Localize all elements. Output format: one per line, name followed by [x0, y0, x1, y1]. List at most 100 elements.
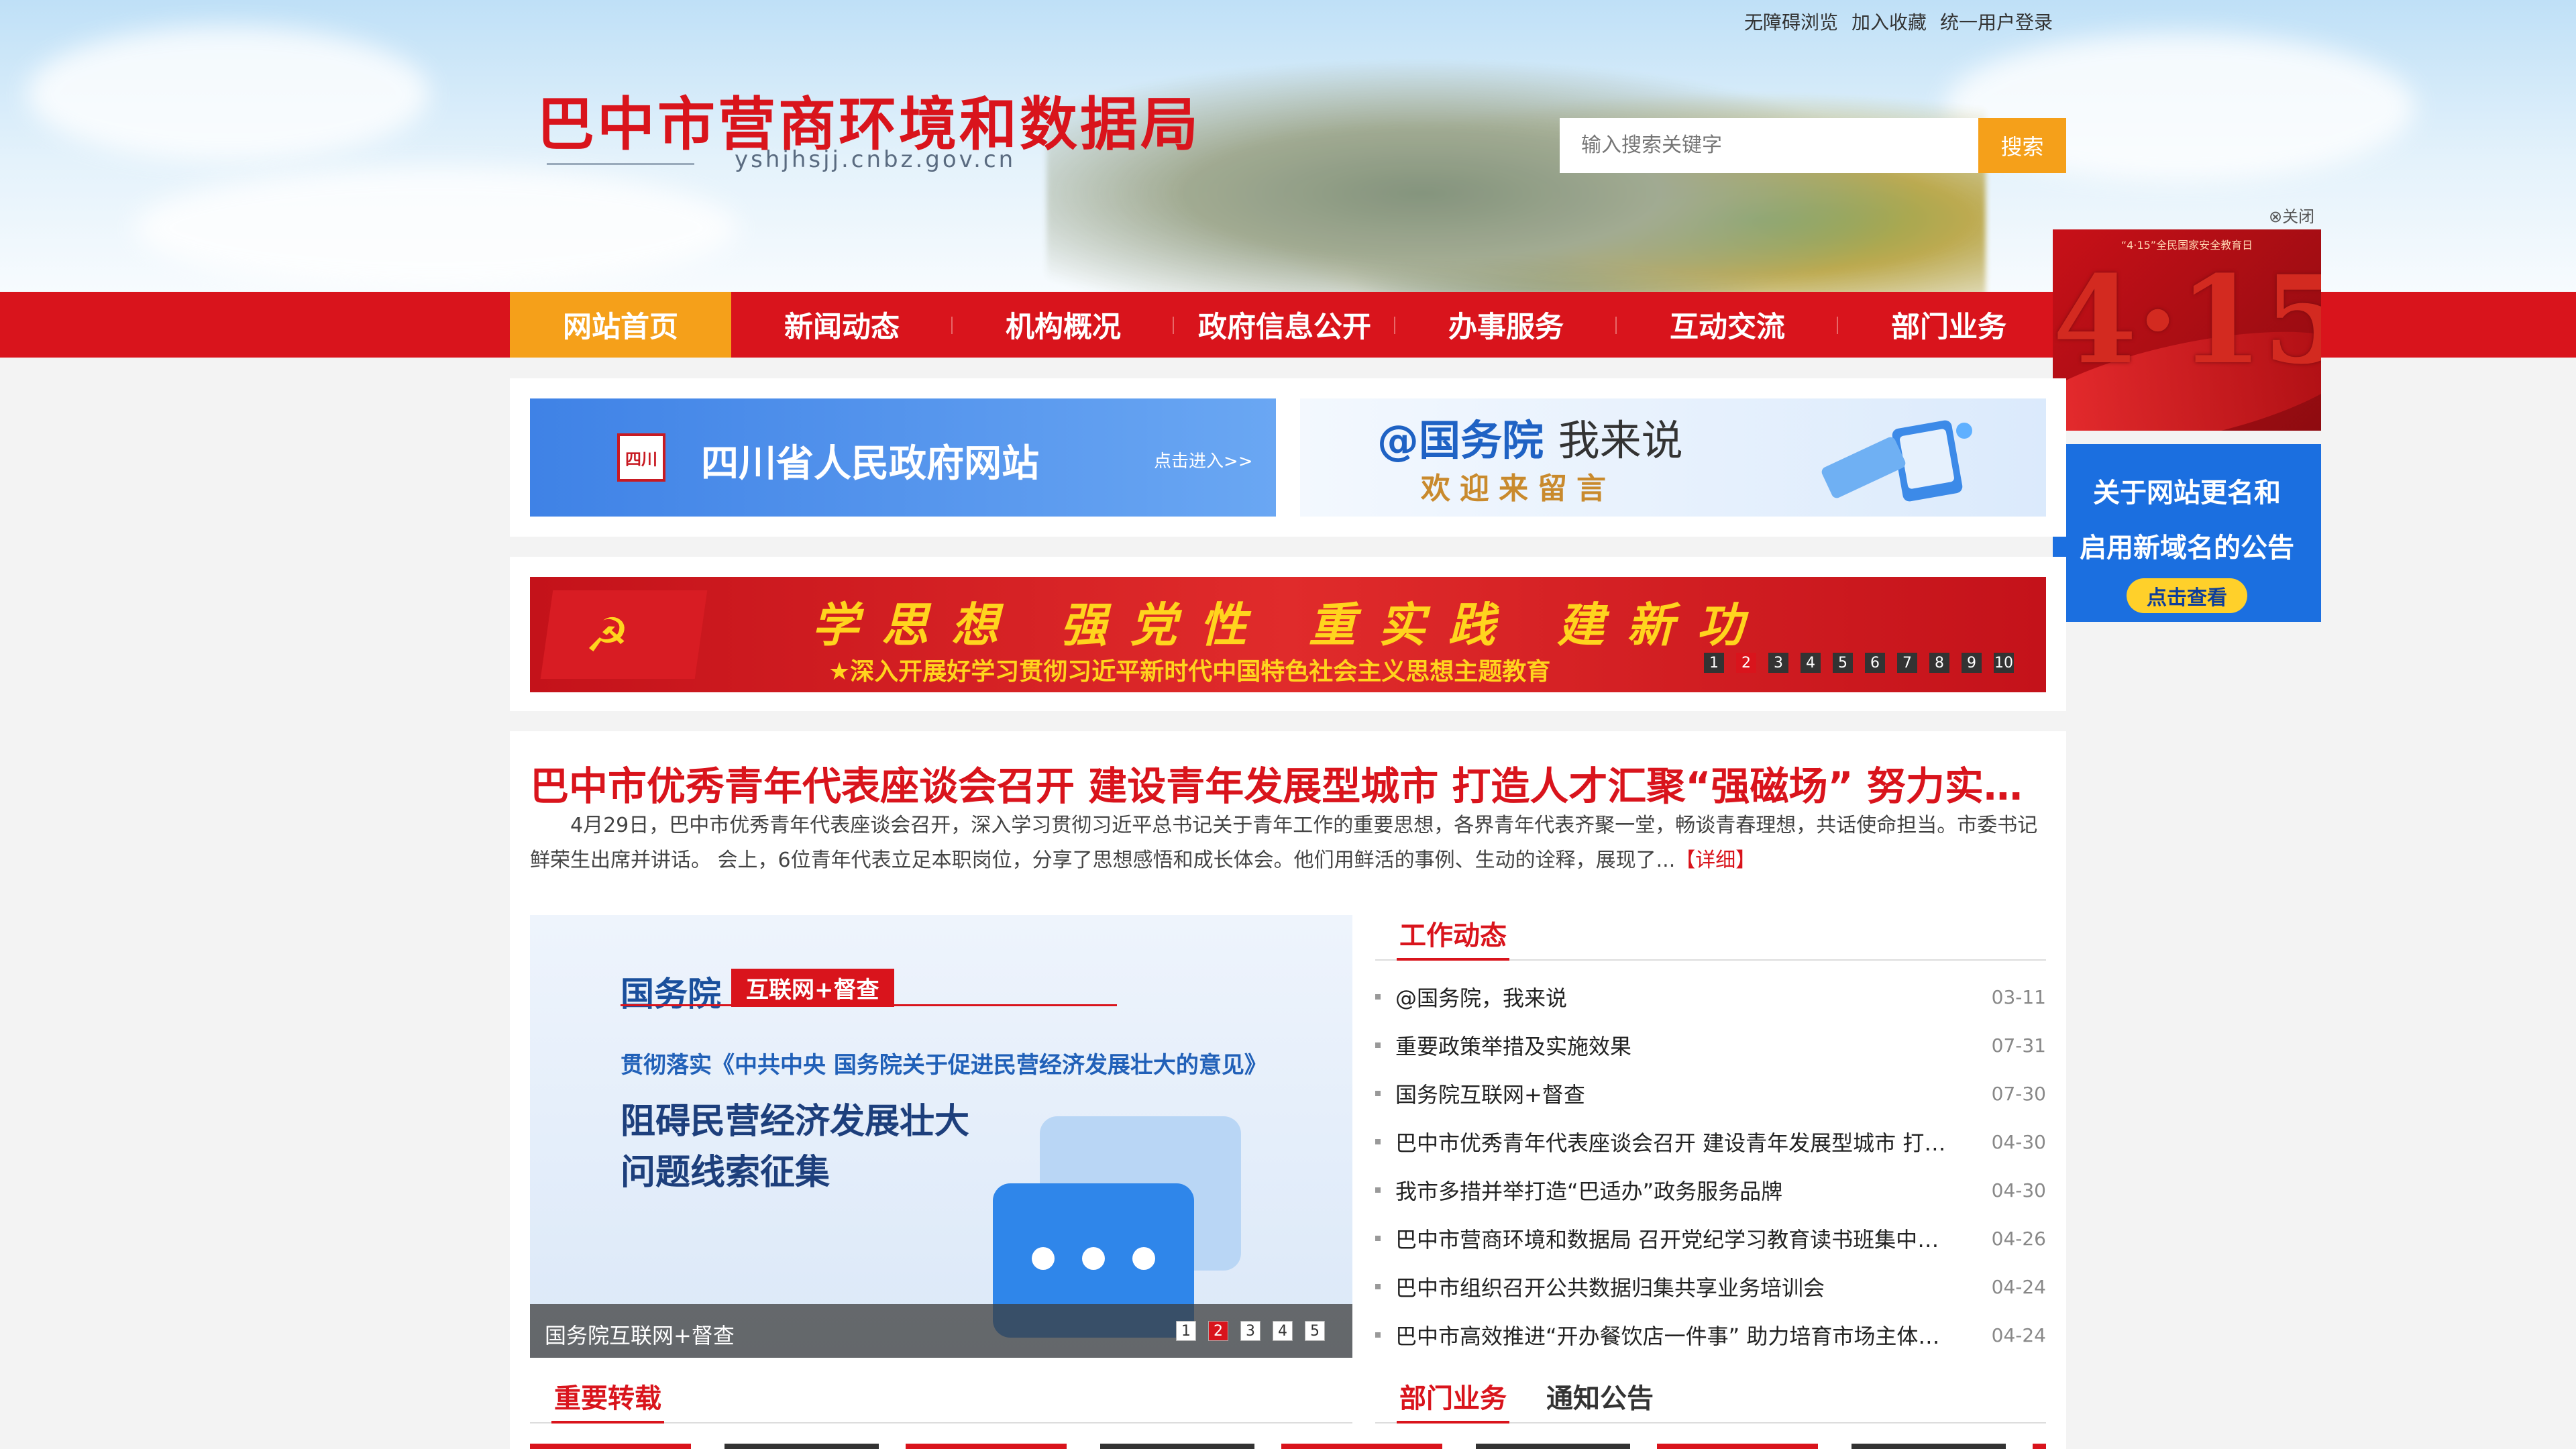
carousel-title-line: 问题线索征集: [621, 1152, 830, 1193]
gwy-title-sub: 我来说: [1558, 416, 1683, 465]
nav-label: 办事服务: [1448, 311, 1564, 344]
nav-label: 网站首页: [563, 311, 678, 344]
nav-label: 机构概况: [1006, 311, 1121, 344]
news-carousel[interactable]: 国务院 互联网+督查 贯彻落实《中共中央 国务院关于促进民营经济发展壮大的意见》…: [530, 915, 1352, 1358]
pager-dot[interactable]: 1: [1176, 1321, 1196, 1341]
list-item[interactable]: 巴中市高效推进“开办餐饮店一件事” 助力培育市场主体发展 04-24: [1375, 1311, 2046, 1359]
site-domain: yshjhsjj.cnbz.gov.cn: [735, 146, 1016, 173]
headline-summary: 4月29日，巴中市优秀青年代表座谈会召开，深入学习贯彻习近平总书记关于青年工作的…: [530, 808, 2046, 878]
carousel-divider: [621, 1004, 1117, 1006]
nav-interaction[interactable]: 互动交流: [1617, 292, 1838, 358]
pager-dot[interactable]: 9: [1962, 653, 1982, 673]
cloud-decoration: [27, 27, 429, 161]
accessibility-link[interactable]: 无障碍浏览: [1744, 8, 1838, 35]
bullet-icon: [1375, 1139, 1381, 1144]
list-item[interactable]: 重要政策举措及实施效果 07-31: [1375, 1021, 2046, 1069]
nav-department[interactable]: 部门业务: [1838, 292, 2059, 358]
sub-links-cutoff: [530, 1444, 2046, 1449]
carousel-badge: 互联网+督查: [731, 969, 894, 1007]
nav-home[interactable]: 网站首页: [510, 292, 731, 358]
bullet-icon: [1375, 1042, 1381, 1048]
nav-gov-info[interactable]: 政府信息公开: [1174, 292, 1395, 358]
banner-slogan: 学思想 强党性 重实践 建新功: [812, 597, 1767, 653]
cloud-decoration: [134, 168, 738, 288]
notice-view-button[interactable]: 点击查看: [2127, 578, 2247, 613]
pager-dot[interactable]: 4: [1801, 653, 1821, 673]
carousel-caption: 国务院互联网+督查: [545, 1323, 735, 1348]
reprint-header: 重要转载: [530, 1377, 1352, 1424]
sichuan-gov-banner[interactable]: 四川 四川省人民政府网站 点击进入>>: [530, 398, 1276, 517]
news-title: 国务院互联网+督查: [1395, 1082, 1585, 1108]
nav-services[interactable]: 办事服务: [1395, 292, 1617, 358]
list-item[interactable]: 巴中市组织召开公共数据归集共享业务培训会 04-24: [1375, 1263, 2046, 1311]
bullet-icon: [1375, 1187, 1381, 1193]
page-root: { "header": { "title": "巴中市营商环境和数据局", "d…: [0, 0, 2576, 1449]
search-input[interactable]: [1560, 118, 1978, 173]
nav-label: 政府信息公开: [1198, 311, 1371, 344]
pager-dot[interactable]: 4: [1273, 1321, 1293, 1341]
headline-title[interactable]: 巴中市优秀青年代表座谈会召开 建设青年发展型城市 打造人才汇聚“强磁场” 努力实…: [530, 755, 2046, 811]
pager-dot[interactable]: 5: [1305, 1321, 1325, 1341]
search-button[interactable]: 搜索: [1978, 118, 2066, 173]
pager-dot[interactable]: 2: [1736, 653, 1756, 673]
nav-about[interactable]: 机构概况: [953, 292, 1174, 358]
bullet-icon: [1375, 994, 1381, 1000]
list-item[interactable]: 国务院互联网+督查 07-30: [1375, 1069, 2046, 1118]
bullet-icon: [1375, 1091, 1381, 1096]
gwy-subtitle: 欢迎来留言: [1421, 472, 1615, 506]
news-date: 04-24: [1991, 1275, 2046, 1298]
news-title: 巴中市优秀青年代表座谈会召开 建设青年发展型城市 打造人才汇聚“强磁场”: [1395, 1130, 1992, 1156]
list-item[interactable]: 巴中市营商环境和数据局 召开党纪学习教育读书班集中学习 04-26: [1375, 1214, 2046, 1263]
message-illustration-icon: [1821, 420, 1972, 502]
sichuan-enter-link: 点击进入>>: [1154, 451, 1253, 472]
login-link[interactable]: 统一用户登录: [1940, 8, 2053, 35]
news-title: 重要政策举措及实施效果: [1395, 1034, 1632, 1059]
list-item[interactable]: 巴中市优秀青年代表座谈会召开 建设青年发展型城市 打造人才汇聚“强磁场”04-3…: [1375, 1118, 2046, 1166]
news-title: 巴中市组织召开公共数据归集共享业务培训会: [1395, 1275, 1825, 1301]
pager-dot[interactable]: 2: [1208, 1321, 1228, 1341]
news-date: 04-24: [1991, 1324, 2046, 1346]
pager-dot[interactable]: 10: [1994, 653, 2014, 673]
news-title: 巴中市高效推进“开办餐饮店一件事” 助力培育市场主体发展: [1395, 1324, 1962, 1349]
work-news-list: @国务院，我来说 03-11 重要政策举措及实施效果 07-31 国务院互联网+督查…: [1375, 973, 2046, 1359]
list-item[interactable]: 我市多措并举打造“巴适办”政务服务品牌 04-30: [1375, 1166, 2046, 1214]
pager-dot[interactable]: 8: [1929, 653, 1949, 673]
pager-dot[interactable]: 7: [1897, 653, 1917, 673]
news-date: 03-11: [1991, 985, 2046, 1008]
pager-dot[interactable]: 1: [1704, 653, 1724, 673]
tab-work-news[interactable]: 工作动态: [1397, 914, 1509, 961]
carousel-subtitle: 贯彻落实《中共中央 国务院关于促进民营经济发展壮大的意见》: [621, 1052, 1267, 1079]
gwy-title-main: @国务院: [1377, 416, 1544, 465]
close-float-button[interactable]: ⊗关闭: [2269, 203, 2314, 227]
title-underline: [547, 163, 694, 165]
rename-notice-ad[interactable]: 关于网站更名和 启用新域名的公告 点击查看: [2053, 444, 2321, 622]
pager-dot[interactable]: 6: [1865, 653, 1885, 673]
carousel-title: 阻碍民营经济发展壮大 问题线索征集: [621, 1096, 969, 1198]
news-title: 我市多措并举打造“巴适办”政务服务品牌: [1395, 1179, 1783, 1204]
tab-reprint[interactable]: 重要转载: [551, 1377, 664, 1424]
security-day-ad[interactable]: “4·15”全民国家安全教育日 4·15: [2053, 229, 2321, 431]
notice-line2: 启用新域名的公告: [2080, 533, 2294, 564]
sichuan-banner-title: 四川省人民政府网站: [701, 442, 1039, 486]
detail-link[interactable]: 【详细】: [1675, 849, 1756, 872]
list-item[interactable]: @国务院，我来说 03-11: [1375, 973, 2046, 1021]
ad-big-text: 4·15: [2053, 250, 2321, 391]
pager-dot[interactable]: 5: [1833, 653, 1853, 673]
pager-dot[interactable]: 3: [1768, 653, 1788, 673]
carousel-pager: 1 2 3 4 5: [1176, 1321, 1325, 1341]
tab-notices[interactable]: 通知公告: [1546, 1377, 1654, 1424]
carousel-heading: 国务院: [621, 975, 721, 1014]
search-bar: 搜索: [1560, 118, 2066, 173]
theme-education-banner[interactable]: ☭ 学思想 强党性 重实践 建新功 ★深入开展好学习贯彻习近平新时代中国特色社会…: [530, 577, 2046, 692]
nav-label: 新闻动态: [784, 311, 900, 344]
tab-department[interactable]: 部门业务: [1397, 1377, 1509, 1424]
nav-news[interactable]: 新闻动态: [731, 292, 953, 358]
carousel-caption-bar: 国务院互联网+督查 1 2 3 4 5: [530, 1304, 1352, 1358]
dept-header: 部门业务 通知公告: [1375, 1377, 2046, 1424]
work-news-header: 工作动态: [1375, 914, 2046, 961]
favorite-link[interactable]: 加入收藏: [1851, 8, 1927, 35]
pager-dot[interactable]: 3: [1240, 1321, 1260, 1341]
summary-text: 4月29日，巴中市优秀青年代表座谈会召开，深入学习贯彻习近平总书记关于青年工作的…: [530, 814, 2038, 872]
state-council-banner[interactable]: @国务院 我来说 欢迎来留言: [1300, 398, 2046, 517]
banner-pager: 1 2 3 4 5 6 7 8 9 10: [1704, 653, 2014, 673]
